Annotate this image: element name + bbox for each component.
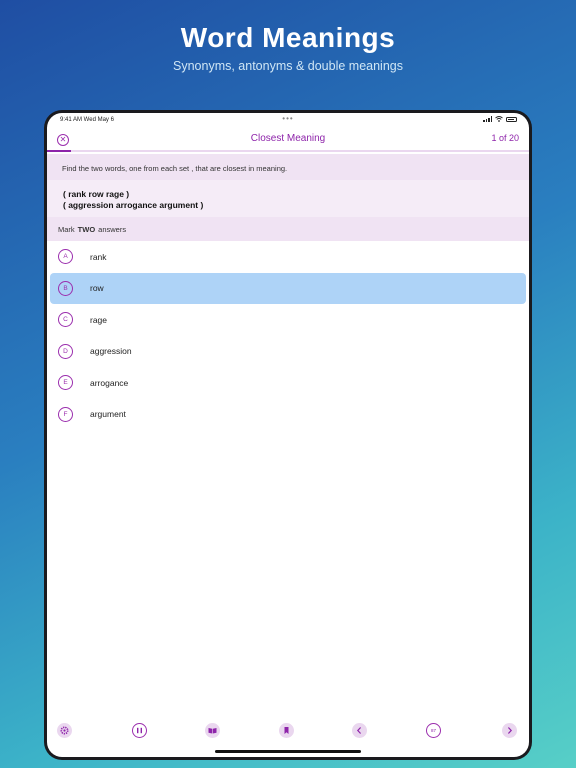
bookmark-icon[interactable] bbox=[279, 723, 294, 738]
status-bar: 9:41 AM Wed May 6 ••• bbox=[47, 113, 529, 127]
option-text: argument bbox=[90, 409, 126, 420]
jump-to-question-button[interactable]: 87 bbox=[426, 723, 441, 738]
answer-option[interactable]: Brow bbox=[50, 272, 526, 304]
question-counter: 1 of 20 bbox=[491, 133, 519, 143]
bottom-toolbar: 87 bbox=[47, 723, 529, 743]
page-title: Closest Meaning bbox=[250, 133, 326, 144]
option-letter-badge: A bbox=[58, 249, 73, 265]
option-letter-badge: E bbox=[58, 375, 73, 391]
home-indicator bbox=[215, 750, 361, 753]
multitask-dots[interactable]: ••• bbox=[47, 114, 529, 123]
mark-count: TWO bbox=[77, 225, 96, 234]
wifi-icon bbox=[495, 116, 503, 122]
question-set-1: ( rank row rage ) bbox=[63, 189, 130, 199]
answer-options: Arank Brow Crage Daggression Earrogance Fargu… bbox=[47, 241, 529, 430]
answer-option[interactable]: Daggression bbox=[50, 336, 526, 368]
nav-bar: ✕ Closest Meaning 1 of 20 bbox=[47, 127, 529, 157]
option-text: row bbox=[90, 283, 104, 294]
tablet-frame: 9:41 AM Wed May 6 ••• ✕ Closest Meaning … bbox=[44, 110, 532, 760]
signal-icon bbox=[483, 116, 492, 122]
app-screen: 9:41 AM Wed May 6 ••• ✕ Closest Meaning … bbox=[47, 113, 529, 757]
status-icons bbox=[483, 116, 517, 122]
chevron-left-icon[interactable] bbox=[352, 723, 367, 738]
option-letter-badge: B bbox=[58, 280, 73, 296]
gear-icon[interactable] bbox=[57, 723, 72, 738]
answer-option[interactable]: Earrogance bbox=[50, 367, 526, 399]
option-letter-badge: F bbox=[58, 406, 73, 422]
answer-option[interactable]: Arank bbox=[50, 241, 526, 273]
pause-icon[interactable] bbox=[132, 723, 147, 738]
chevron-right-icon[interactable] bbox=[502, 723, 517, 738]
hero-title: Word Meanings bbox=[180, 22, 396, 53]
option-text: rank bbox=[90, 251, 107, 262]
answer-option[interactable]: Fargument bbox=[50, 399, 526, 431]
hero-subtitle: Synonyms, antonyms & double meanings bbox=[173, 59, 403, 73]
option-letter-badge: C bbox=[58, 312, 73, 328]
option-text: aggression bbox=[90, 346, 132, 357]
mark-prefix: Mark bbox=[58, 225, 75, 234]
option-text: rage bbox=[90, 314, 108, 325]
battery-icon bbox=[506, 116, 517, 122]
option-text: arrogance bbox=[90, 377, 129, 388]
instruction-text: Find the two words, one from each set , … bbox=[47, 154, 529, 180]
book-icon[interactable] bbox=[205, 723, 220, 738]
question-box: ( rank row rage ) ( aggression arrogance… bbox=[47, 180, 529, 217]
option-letter-badge: D bbox=[58, 343, 73, 359]
mark-suffix: answers bbox=[98, 225, 127, 234]
answer-option[interactable]: Crage bbox=[50, 304, 526, 336]
progress-bar bbox=[47, 150, 529, 152]
progress-fill bbox=[47, 150, 72, 152]
question-set-2: ( aggression arrogance argument ) bbox=[63, 200, 204, 210]
mark-instruction: Mark TWO answers bbox=[47, 217, 529, 241]
